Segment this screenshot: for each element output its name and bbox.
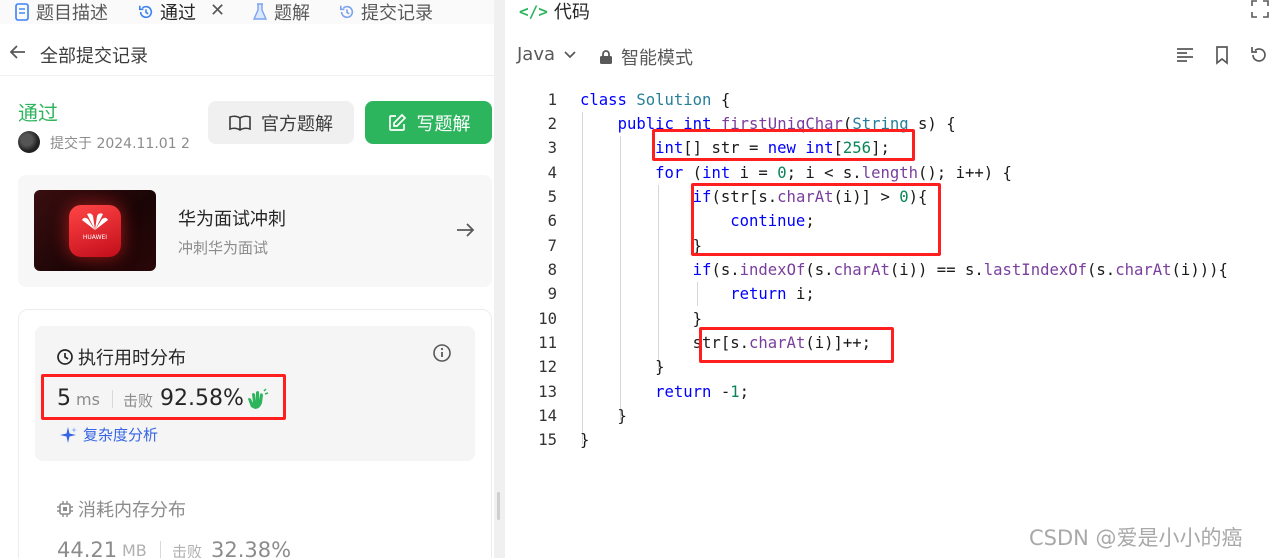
submission-status: 通过 xyxy=(18,101,58,125)
line-number: 2 xyxy=(547,115,557,133)
line-number: 8 xyxy=(547,261,557,279)
code-line: if(s.indexOf(s.charAt(i)) == s.lastIndex… xyxy=(692,261,1228,279)
tab-description[interactable]: 题目描述 xyxy=(14,0,108,24)
code-icon: </> xyxy=(519,1,548,21)
edit-icon xyxy=(388,113,406,131)
pane-splitter[interactable] xyxy=(494,0,505,558)
highlight-box-continue xyxy=(691,183,941,256)
line-number: 3 xyxy=(547,139,557,157)
official-solution-label: 官方题解 xyxy=(261,113,333,135)
clock-icon xyxy=(57,349,73,365)
line-number: 12 xyxy=(538,358,557,376)
history-icon xyxy=(138,5,153,19)
line-number: 5 xyxy=(547,188,557,206)
code-panel: </> 代码 Java 智能模式 1 2 3 4 5 6 7 8 9 10 11… xyxy=(505,0,1270,558)
complexity-analysis-label: 复杂度分析 xyxy=(83,426,159,444)
info-icon[interactable] xyxy=(432,343,452,363)
reset-icon[interactable] xyxy=(1249,45,1269,65)
watermark: CSDN @爱是小小的癌 xyxy=(1029,526,1243,550)
format-icon[interactable] xyxy=(1175,45,1195,65)
line-number: 4 xyxy=(547,164,557,182)
huawei-logo-image: HUAWEI xyxy=(34,190,156,271)
document-icon xyxy=(15,3,29,21)
avatar[interactable] xyxy=(18,131,40,153)
submitted-time: 提交于 2024.11.01 2 xyxy=(50,136,190,152)
flask-icon xyxy=(252,3,268,20)
back-navigation[interactable]: 全部提交记录 xyxy=(0,36,494,76)
tab-solutions-label: 题解 xyxy=(274,3,310,24)
chip-icon xyxy=(57,501,73,517)
language-label: Java xyxy=(517,44,556,65)
splitter-handle[interactable] xyxy=(497,492,500,520)
write-solution-button[interactable]: 写题解 xyxy=(365,101,492,144)
smart-mode-label: 智能模式 xyxy=(621,48,693,69)
arrow-right-icon[interactable] xyxy=(454,219,476,241)
line-number: 11 xyxy=(538,334,557,352)
book-icon xyxy=(229,115,251,131)
line-number: 15 xyxy=(538,431,557,449)
chevron-down-icon xyxy=(564,50,576,58)
code-line: } xyxy=(580,431,590,449)
tab-accepted[interactable]: 通过 xyxy=(138,0,196,24)
huawei-petal-icon xyxy=(82,213,108,230)
runtime-title: 执行用时分布 xyxy=(56,344,186,370)
code-panel-header: </> 代码 xyxy=(519,0,590,24)
line-number: 9 xyxy=(547,285,557,303)
huawei-logo-text: HUAWEI xyxy=(82,234,108,241)
code-line: return i; xyxy=(730,285,815,303)
line-number: 14 xyxy=(538,407,557,425)
history-icon xyxy=(339,5,354,19)
memory-beat-percent: 32.38% xyxy=(211,538,292,558)
code-editor[interactable]: 1 2 3 4 5 6 7 8 9 10 11 12 13 14 15 clas… xyxy=(505,88,1270,558)
code-line: for (int i = 0; i < s.length(); i++) { xyxy=(655,164,1012,182)
back-label[interactable]: 全部提交记录 xyxy=(40,42,148,68)
highlight-box-increment xyxy=(699,327,894,363)
line-number: 7 xyxy=(547,237,557,255)
close-tab-icon[interactable]: ✕ xyxy=(210,0,225,21)
line-number: 13 xyxy=(538,383,557,401)
expand-icon[interactable] xyxy=(1251,0,1269,18)
memory-title-label: 消耗内存分布 xyxy=(78,500,186,521)
code-panel-title: 代码 xyxy=(553,2,590,23)
line-number: 1 xyxy=(547,91,557,109)
official-solution-button[interactable]: 官方题解 xyxy=(208,101,354,144)
memory-unit: MB xyxy=(122,541,147,558)
highlight-box-array xyxy=(652,129,915,161)
line-number: 10 xyxy=(538,310,557,328)
code-line: } xyxy=(580,310,703,328)
lock-icon xyxy=(600,50,612,64)
memory-value: 44.21 xyxy=(57,538,118,558)
code-line: class Solution { xyxy=(580,91,731,109)
tab-accepted-label: 通过 xyxy=(160,3,196,24)
tab-description-label: 题目描述 xyxy=(36,3,108,24)
smart-mode[interactable]: 智能模式 xyxy=(599,44,693,70)
editor-toolbar: Java 智能模式 xyxy=(505,36,1270,76)
tab-solutions[interactable]: 题解 xyxy=(252,0,310,24)
submission-panel: 题目描述 通过 ✕ 题解 提交记录 全部提交记录 通过 提交于 2024.11.… xyxy=(0,0,494,558)
line-number: 6 xyxy=(547,212,557,230)
code-line: } xyxy=(580,407,627,425)
left-tab-bar: 题目描述 通过 ✕ 题解 提交记录 xyxy=(0,0,494,24)
runtime-title-label: 执行用时分布 xyxy=(78,348,186,369)
runtime-highlight-box xyxy=(41,374,286,420)
back-arrow-icon[interactable] xyxy=(8,42,28,62)
complexity-analysis-link[interactable]: 复杂度分析 xyxy=(59,424,158,445)
code-line: } xyxy=(580,358,665,376)
promo-subtitle: 冲刺华为面试 xyxy=(178,239,269,257)
sparkle-icon xyxy=(60,426,77,443)
code-line: } xyxy=(580,237,703,255)
bookmark-icon[interactable] xyxy=(1212,45,1232,65)
write-solution-label: 写题解 xyxy=(416,113,471,135)
memory-beat-label: 击败 xyxy=(172,543,203,558)
code-line: return -1; xyxy=(655,383,750,401)
promo-card[interactable]: HUAWEI 华为面试冲刺 冲刺华为面试 xyxy=(18,175,492,287)
memory-divider xyxy=(160,541,161,558)
tab-submissions[interactable]: 提交记录 xyxy=(339,0,433,24)
memory-title[interactable]: 消耗内存分布 xyxy=(56,496,186,522)
tab-submissions-label: 提交记录 xyxy=(361,3,433,24)
language-select[interactable]: Java xyxy=(517,44,577,65)
promo-title: 华为面试冲刺 xyxy=(178,209,286,230)
